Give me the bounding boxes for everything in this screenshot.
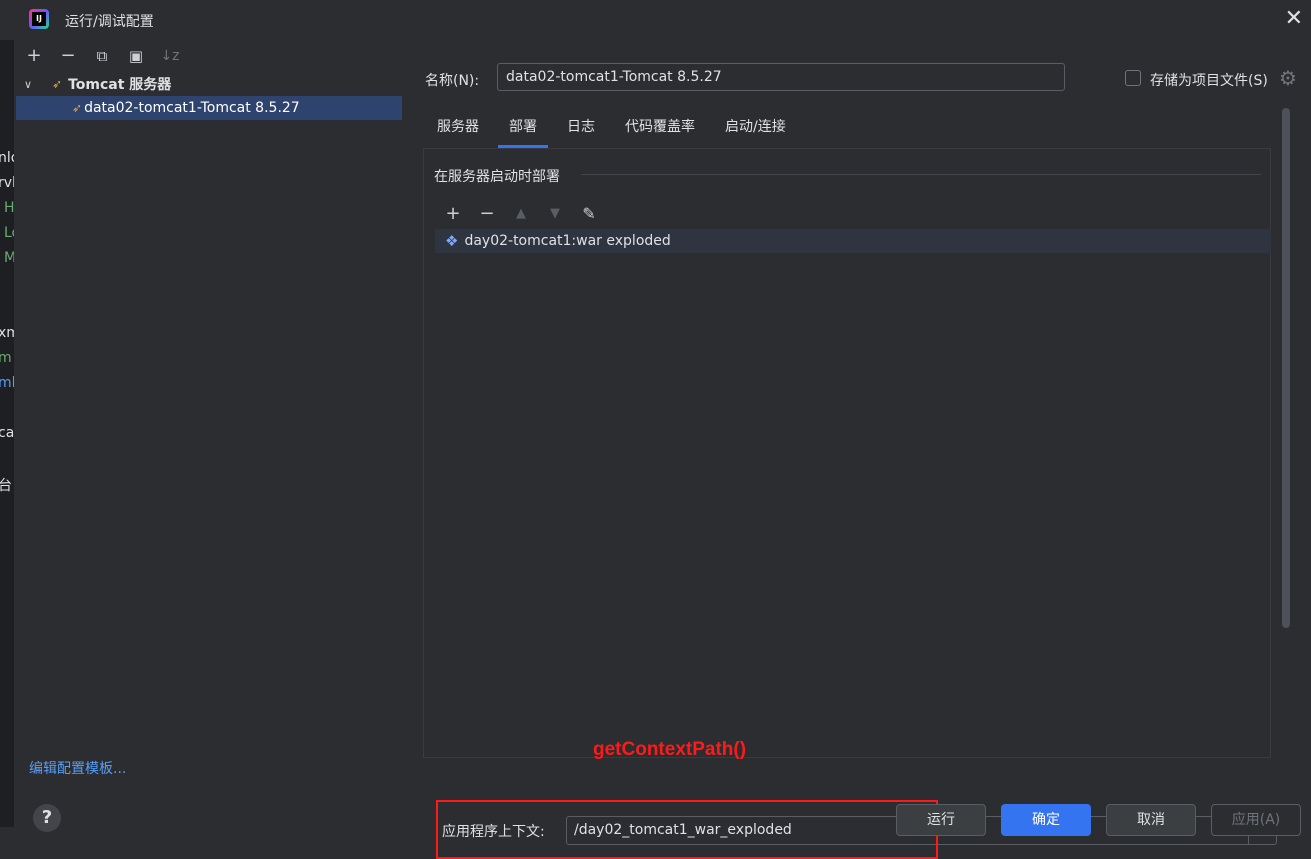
name-label: 名称(N): xyxy=(425,73,480,89)
bg-text: m xyxy=(0,350,12,366)
new-folder-icon[interactable]: ▣ xyxy=(126,46,146,66)
store-as-project-checkbox[interactable] xyxy=(1125,70,1141,86)
chevron-down-icon[interactable]: ∨ xyxy=(24,78,40,91)
annotation-highlight-box xyxy=(436,800,938,859)
bg-text: xm xyxy=(0,325,14,341)
move-up-icon[interactable]: ▲ xyxy=(511,206,531,221)
tab-logs[interactable]: 日志 xyxy=(556,114,606,148)
bg-text: cat xyxy=(0,425,14,441)
remove-artifact-icon[interactable]: − xyxy=(477,203,497,224)
tab-bar: 服务器 部署 日志 代码覆盖率 启动/连接 xyxy=(426,114,805,148)
tree-item-label: data02-tomcat1-Tomcat 8.5.27 xyxy=(84,100,300,116)
copy-icon[interactable]: ⧉ xyxy=(92,46,112,66)
configuration-editor: 名称(N): data02-tomcat1-Tomcat 8.5.27 存储为项… xyxy=(416,40,1311,859)
configurations-toolbar: + − ⧉ ▣ ↓z xyxy=(24,44,180,68)
tree-group-label: Tomcat 服务器 xyxy=(68,77,172,93)
help-icon[interactable]: ? xyxy=(33,804,61,832)
tab-server[interactable]: 服务器 xyxy=(426,114,490,148)
list-item[interactable]: ❖ day02-tomcat1:war exploded xyxy=(435,229,1271,253)
edit-templates-link[interactable]: 编辑配置模板... xyxy=(29,758,126,778)
section-title: 在服务器启动时部署 xyxy=(434,169,560,185)
artifact-label: day02-tomcat1:war exploded xyxy=(464,233,671,249)
annotation-text: getContextPath() xyxy=(593,739,747,760)
bg-text: rvl xyxy=(0,175,14,191)
tab-startup-connection[interactable]: 启动/连接 xyxy=(714,114,797,148)
window-title: 运行/调试配置 xyxy=(65,14,154,30)
sort-icon[interactable]: ↓z xyxy=(160,46,180,66)
move-down-icon[interactable]: ▼ xyxy=(545,206,565,221)
close-icon[interactable]: ✕ xyxy=(1285,6,1303,31)
run-button[interactable]: 运行 xyxy=(896,804,986,836)
artifact-icon: ❖ xyxy=(445,232,459,250)
gear-icon[interactable]: ⚙ xyxy=(1279,66,1297,90)
bg-text: M xyxy=(4,250,14,266)
ok-button[interactable]: 确定 xyxy=(1001,804,1091,836)
bg-text: nlo xyxy=(0,150,14,166)
configurations-pane: + − ⧉ ▣ ↓z ∨ ➶ Tomcat 服务器 ➶ data02-tomca… xyxy=(14,40,416,832)
scrollbar[interactable] xyxy=(1282,108,1290,628)
name-field[interactable]: data02-tomcat1-Tomcat 8.5.27 xyxy=(497,63,1065,91)
bg-text: Lo xyxy=(4,225,14,241)
tree-group-tomcat[interactable]: ∨ ➶ Tomcat 服务器 xyxy=(14,73,416,95)
intellij-app-icon: IJ xyxy=(29,9,49,29)
tree-item-selected[interactable]: ➶ data02-tomcat1-Tomcat 8.5.27 xyxy=(16,96,402,120)
title-bar: IJ 运行/调试配置 ✕ xyxy=(0,0,1311,41)
bg-text: H xyxy=(4,200,14,216)
remove-icon[interactable]: − xyxy=(58,46,78,66)
section-divider xyxy=(581,174,1261,175)
bg-text: ml xyxy=(0,375,14,391)
deployment-toolbar: + − ▲ ▼ ✎ xyxy=(443,203,599,224)
add-artifact-icon[interactable]: + xyxy=(443,203,463,224)
edit-pencil-icon[interactable]: ✎ xyxy=(579,204,599,223)
background-editor-strip: nlo rvl H Lo M xm m ml cat 台 xyxy=(0,40,14,827)
bg-text: 台 xyxy=(0,478,12,494)
cancel-button[interactable]: 取消 xyxy=(1106,804,1196,836)
deployment-panel: 在服务器启动时部署 + − ▲ ▼ ✎ ❖ day02-tomcat1:war … xyxy=(423,148,1277,859)
apply-button[interactable]: 应用(A) xyxy=(1211,804,1301,836)
tomcat-icon: ➶ xyxy=(72,101,83,115)
tomcat-icon: ➶ xyxy=(52,77,63,91)
store-as-project-label[interactable]: 存储为项目文件(S) xyxy=(1150,70,1268,90)
tab-coverage[interactable]: 代码覆盖率 xyxy=(614,114,706,148)
tab-deployment[interactable]: 部署 xyxy=(498,114,548,148)
add-icon[interactable]: + xyxy=(24,46,44,66)
